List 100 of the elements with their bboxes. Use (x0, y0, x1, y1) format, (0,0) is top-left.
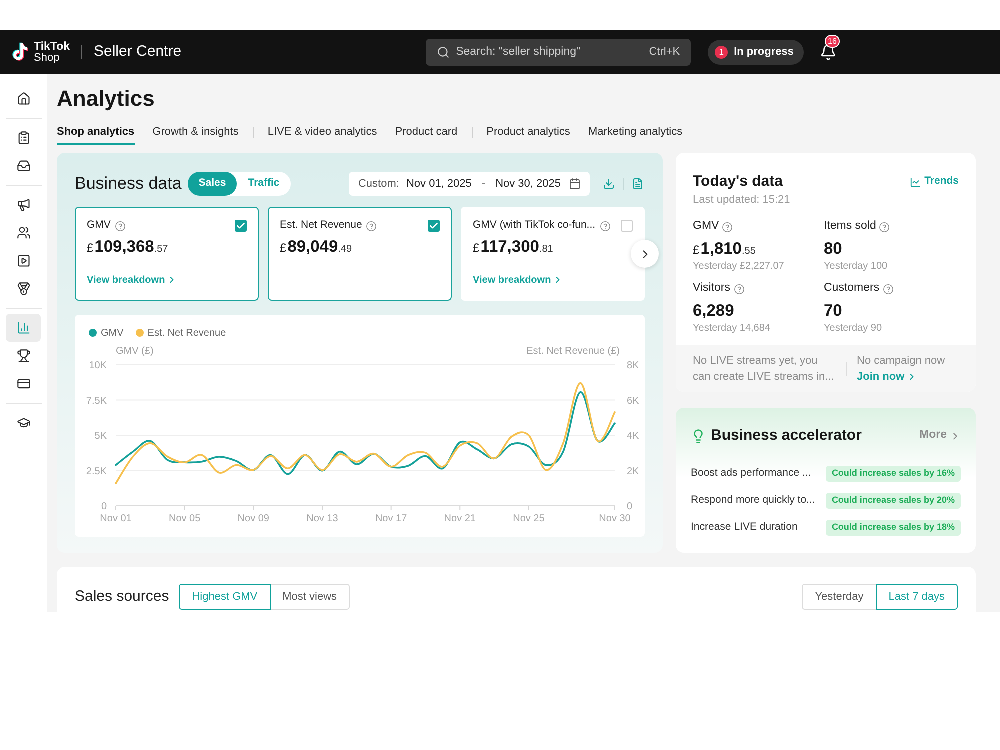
metric-value: £109,368.57 (87, 236, 168, 258)
legend-label: GMV (101, 326, 124, 340)
document-icon (632, 178, 644, 190)
metric-card[interactable]: GMV (with TikTok co-fun... £117,300.81 View breakdown (461, 207, 645, 301)
notice-text: No LIVE streams yet, you can create LIVE streams in... (693, 354, 836, 385)
help-icon (734, 284, 744, 294)
metric-title: Est. Net Revenue (280, 218, 362, 234)
y2-axis-title: Est. Net Revenue (£) (526, 344, 620, 358)
suggestion-text: Increase LIVE duration (691, 520, 798, 535)
y-axis-label: 10K (89, 360, 107, 372)
metric-card[interactable]: Est. Net Revenue £89,049.49 (268, 207, 452, 301)
card-title: Business accelerator (711, 426, 862, 446)
checkbox[interactable] (235, 220, 247, 232)
help-icon (366, 220, 378, 232)
credit-card-icon (16, 377, 30, 391)
y2-axis-label: 6K (627, 396, 640, 407)
calendar-icon (569, 178, 581, 190)
tab[interactable]: Product analytics (486, 124, 570, 145)
y2-axis-label: 8K (627, 360, 640, 372)
y-axis-label: 2.5K (86, 466, 107, 478)
help-icon (882, 284, 894, 294)
x-axis-label: Nov 21 (444, 514, 476, 524)
page-title: Analytics (57, 85, 156, 113)
metric-label: Visitors (693, 281, 730, 296)
in-progress-button[interactable]: 1 In progress (708, 40, 804, 64)
y2-axis-label: 4K (627, 431, 640, 442)
date-range-field[interactable]: Custom: Nov 01, 2025 - Nov 30, 2025 (349, 172, 590, 196)
metric-value: 70 (824, 300, 842, 322)
metric-value: 80 (824, 238, 842, 260)
music-note-logo (12, 42, 30, 62)
x-axis-label: Nov 17 (375, 514, 408, 524)
medal-icon (16, 282, 30, 296)
logo-wordmark: TikTok (34, 40, 70, 52)
tab[interactable]: Marketing analytics (588, 124, 683, 145)
search-icon (437, 46, 450, 58)
graduation-cap-icon (16, 416, 30, 430)
help-icon (879, 222, 890, 232)
bell-icon (820, 44, 836, 60)
y-axis-label: 7.5K (86, 396, 107, 407)
metric-value: £1,810.55 (693, 238, 756, 260)
y-axis-label: 0 (101, 502, 107, 512)
section-title: Business data (75, 173, 182, 195)
notice-text: No campaign now (857, 354, 946, 369)
tab[interactable]: Growth & insights (152, 124, 239, 145)
y2-axis-label: 2K (627, 466, 640, 478)
card-title: Today's data (693, 172, 783, 192)
help-icon (600, 220, 611, 232)
last-updated: Last updated: 15:21 (693, 192, 790, 208)
clipboard-icon (16, 131, 30, 145)
play-square-icon (16, 254, 30, 268)
metric-card[interactable]: GMV £109,368.57 View breakdown (75, 207, 259, 301)
checkbox[interactable] (428, 220, 440, 232)
sales-increase-tag: Could increase sales by 16% (826, 466, 961, 482)
period-option[interactable]: Yesterday (802, 584, 877, 610)
notification-count: 16 (825, 35, 840, 48)
x-axis-label: Nov 01 (100, 514, 132, 524)
checkbox[interactable] (621, 220, 633, 232)
progress-count: 1 (715, 46, 728, 58)
trophy-icon (16, 349, 30, 363)
legend-label: Est. Net Revenue (148, 326, 226, 340)
metric-label: Customers (824, 281, 880, 296)
help-icon (114, 220, 126, 232)
end-date: Nov 30, 2025 (496, 176, 561, 192)
y-axis-label: 5K (94, 431, 107, 442)
check-icon (429, 221, 439, 231)
start-date: Nov 01, 2025 (406, 176, 472, 192)
megaphone-icon (16, 198, 30, 212)
shortcut-hint: Ctrl+K (649, 44, 680, 60)
tab[interactable]: Product card (395, 124, 458, 145)
x-axis-label: Nov 09 (238, 514, 270, 524)
yesterday-value: Yesterday 90 (824, 322, 882, 336)
download-icon (603, 178, 615, 190)
x-axis-label: Nov 05 (168, 514, 201, 524)
logo-subtitle: Shop (34, 52, 61, 64)
sort-option[interactable]: Most views (270, 584, 350, 610)
home-icon (16, 92, 30, 106)
yesterday-value: Yesterday £2,227.07 (693, 260, 784, 274)
metric-title: GMV (with TikTok co-fun... (473, 218, 596, 234)
metric-value: £89,049.49 (280, 236, 352, 258)
bar-chart-icon (16, 321, 30, 335)
y2-axis-label: 0 (627, 502, 633, 512)
tab[interactable]: Shop analytics (57, 124, 135, 145)
date-prefix: Custom: (358, 176, 400, 192)
date-separator: - (482, 176, 486, 192)
metric-label: Items sold (824, 219, 876, 234)
lightbulb-icon (691, 428, 706, 444)
section-title: Sales sources (75, 587, 170, 607)
inbox-icon (16, 159, 30, 173)
tab[interactable]: LIVE & video analytics (268, 124, 378, 145)
app-title: Seller Centre (94, 42, 182, 62)
sales-increase-tag: Could increase sales by 20% (826, 492, 961, 508)
check-icon (236, 221, 246, 231)
suggestion-text: Boost ads performance ... (691, 466, 812, 481)
x-axis-label: Nov 13 (306, 514, 338, 524)
report-button[interactable] (631, 177, 645, 191)
metric-label: GMV (693, 219, 720, 234)
metric-value: £117,300.81 (473, 236, 554, 258)
download-button[interactable] (602, 177, 616, 191)
suggestion-text: Respond more quickly to... (691, 492, 816, 508)
yesterday-value: Yesterday 14,684 (693, 322, 770, 336)
